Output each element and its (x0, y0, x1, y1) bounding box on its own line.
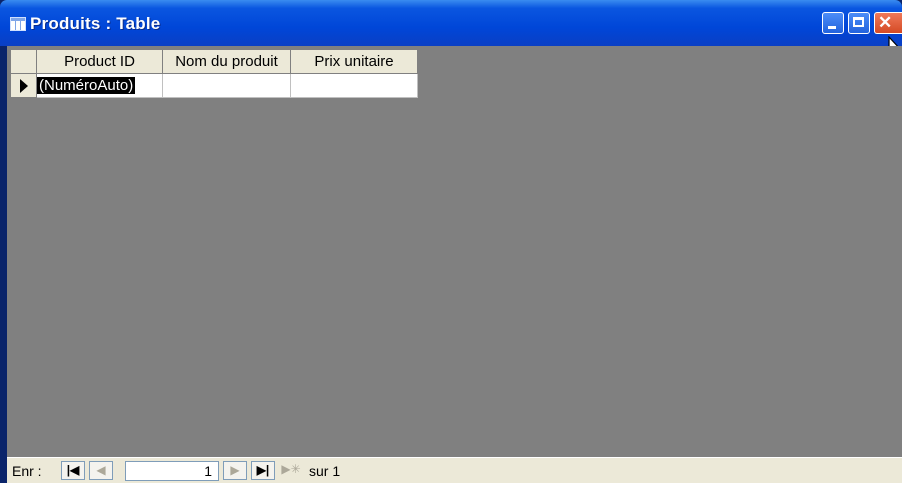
previous-record-icon: ◀ (96, 463, 106, 477)
next-record-icon: ▶ (230, 463, 240, 477)
window-title: Produits : Table (30, 14, 161, 33)
maximize-button[interactable] (848, 12, 870, 34)
record-navigation-bar: Enr : |◀ ◀ 1 ▶ ▶| ▶✳ sur 1 (7, 457, 902, 483)
minimize-icon (828, 26, 836, 29)
first-record-button[interactable]: |◀ (61, 461, 85, 480)
datasheet-area[interactable]: Product ID Nom du produit Prix unitaire … (7, 46, 902, 483)
next-record-button[interactable]: ▶ (223, 461, 247, 480)
header-row: Product ID Nom du produit Prix unitaire (10, 49, 418, 74)
close-button[interactable]: ✕ (874, 12, 902, 34)
last-record-button[interactable]: ▶| (251, 461, 275, 480)
table-window: Produits : Table ✕ F Product ID Nom du p… (0, 0, 902, 483)
close-icon: ✕ (878, 13, 893, 32)
first-record-icon: |◀ (66, 463, 80, 477)
select-all-corner[interactable] (10, 49, 37, 74)
record-label: Enr : (12, 463, 42, 479)
cell-product-id-value: (NuméroAuto) (37, 77, 136, 94)
record-number-input[interactable]: 1 (125, 461, 219, 481)
new-record-icon: ▶✳ (281, 462, 301, 476)
column-header-prix-unitaire[interactable]: Prix unitaire (290, 49, 418, 74)
table-row: (NuméroAuto) (10, 73, 418, 98)
current-record-icon (19, 79, 28, 94)
previous-record-button[interactable]: ◀ (89, 461, 113, 480)
cell-nom-du-produit[interactable] (162, 73, 291, 98)
new-record-button[interactable]: ▶✳ (277, 461, 305, 480)
last-record-icon: ▶| (256, 463, 270, 477)
datasheet-grid: Product ID Nom du produit Prix unitaire … (10, 49, 418, 98)
column-header-product-id[interactable]: Product ID (36, 49, 163, 74)
minimize-button[interactable] (822, 12, 844, 34)
cell-prix-unitaire[interactable] (290, 73, 418, 98)
maximize-icon (853, 17, 864, 27)
table-icon (10, 17, 26, 31)
cell-product-id[interactable]: (NuméroAuto) (36, 73, 163, 98)
title-bar[interactable]: Produits : Table ✕ (0, 0, 902, 46)
column-header-nom-du-produit[interactable]: Nom du produit (162, 49, 291, 74)
record-selector[interactable] (10, 73, 37, 98)
record-count: sur 1 (309, 463, 341, 479)
